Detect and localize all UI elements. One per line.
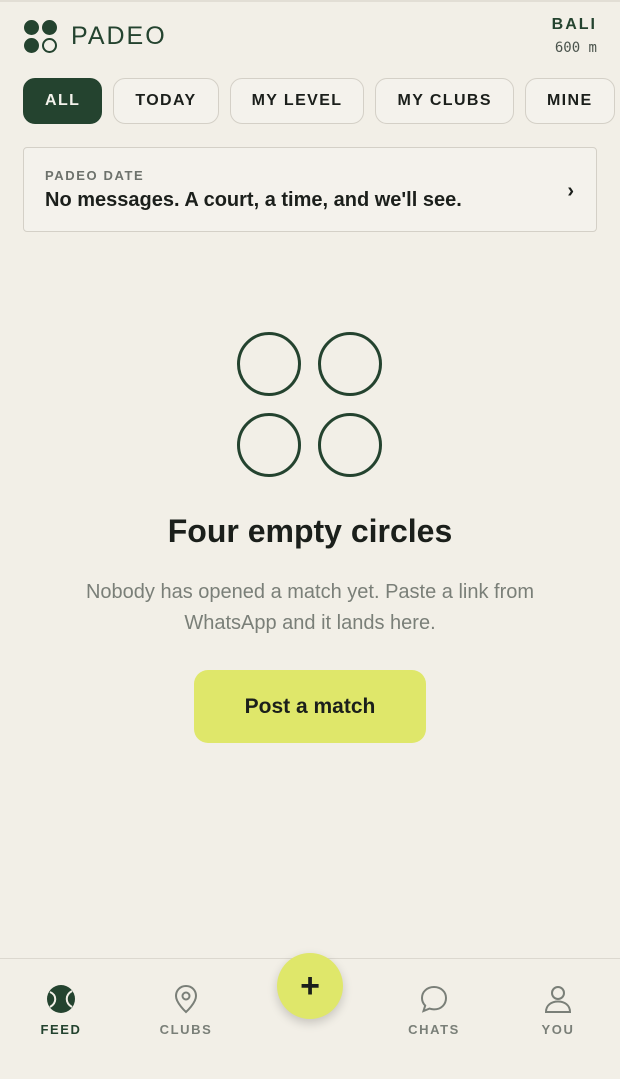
tennis-ball-icon	[47, 985, 75, 1013]
banner-eyebrow: PADEO DATE	[45, 168, 145, 183]
empty-circles-icon	[236, 332, 384, 480]
filter-chip-today[interactable]: TODAY	[113, 78, 219, 124]
location-indicator[interactable]: BALI 600 m	[552, 16, 597, 56]
user-icon	[544, 986, 572, 1013]
app-screen: PADEO BALI 600 m ALL TODAY MY LEVEL MY C…	[0, 0, 620, 1079]
logo-wordmark: PADEO	[71, 21, 167, 50]
nav-label-feed: FEED	[40, 1022, 82, 1037]
map-pin-icon	[174, 984, 198, 1014]
banner-message: No messages. A court, a time, and we'll …	[45, 189, 462, 211]
empty-state-subtitle: Nobody has opened a match yet. Paste a l…	[85, 581, 535, 634]
nav-item-feed[interactable]: FEED	[11, 983, 111, 1037]
logo-mark-icon	[23, 18, 59, 54]
filter-chip-my-clubs[interactable]: MY CLUBS	[375, 78, 514, 124]
filter-chip-my-level[interactable]: MY LEVEL	[229, 78, 365, 124]
filter-chips: ALL TODAY MY LEVEL MY CLUBS MINE	[23, 78, 615, 124]
bottom-nav: FEED CLUBS + CHATS YOU	[0, 953, 620, 1079]
location-city: BALI	[551, 16, 597, 33]
nav-label-chats: CHATS	[408, 1022, 460, 1037]
nav-item-chats[interactable]: CHATS	[384, 983, 484, 1037]
empty-state-title: Four empty circles	[167, 513, 453, 549]
app-logo[interactable]: PADEO	[23, 18, 167, 54]
nav-label-you: YOU	[541, 1022, 575, 1037]
nav-label-clubs: CLUBS	[159, 1022, 213, 1037]
filter-chip-all[interactable]: ALL	[23, 78, 103, 124]
padeo-date-banner[interactable]: PADEO DATE No messages. A court, a time,…	[23, 147, 597, 232]
chevron-right-icon: ›	[567, 180, 574, 202]
chat-bubble-icon	[420, 985, 448, 1013]
post-match-button[interactable]: Post a match	[194, 670, 426, 743]
nav-item-clubs[interactable]: CLUBS	[136, 983, 236, 1037]
add-match-fab[interactable]: +	[277, 953, 343, 1019]
filter-chip-mine[interactable]: MINE	[524, 78, 615, 124]
top-header: PADEO BALI 600 m	[0, 2, 620, 72]
nav-item-you[interactable]: YOU	[508, 983, 608, 1037]
location-distance: 600 m	[554, 40, 597, 56]
